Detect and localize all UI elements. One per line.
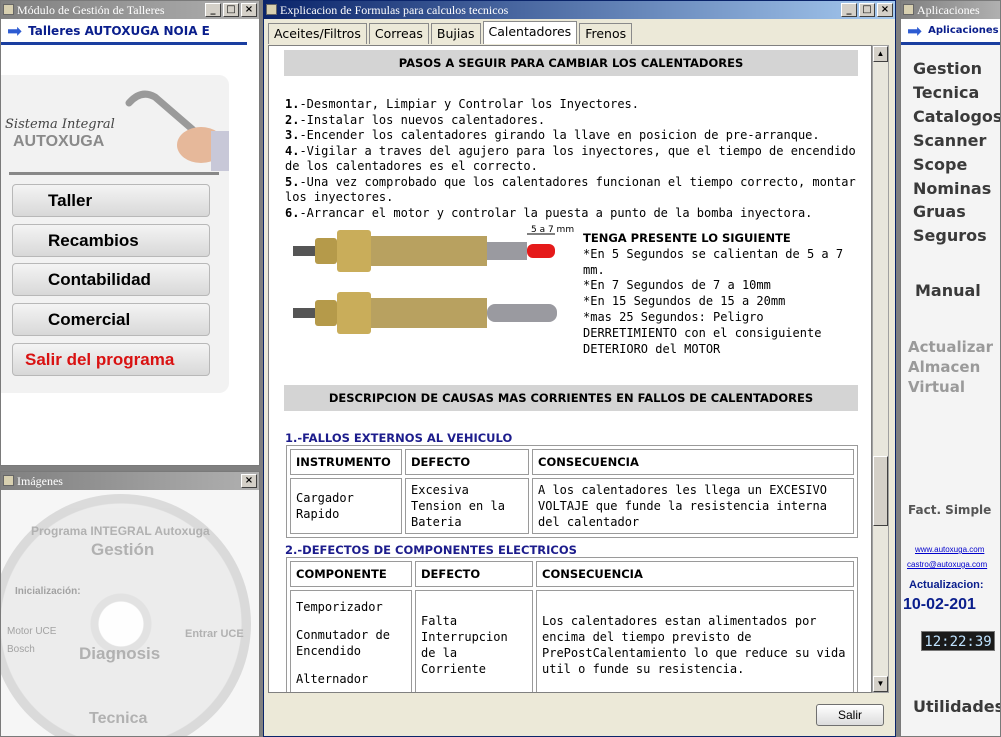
table-header: DEFECTO: [405, 449, 529, 475]
glow-plug-image: 5 a 7 mm: [293, 225, 574, 334]
link-scope[interactable]: Scope: [913, 155, 967, 174]
link-gruas[interactable]: Gruas: [913, 202, 966, 221]
link-seguros[interactable]: Seguros: [913, 226, 987, 245]
scroll-thumb[interactable]: [873, 456, 888, 526]
link-scanner[interactable]: Scanner: [913, 131, 986, 150]
causes-heading: DESCRIPCION DE CAUSAS MAS CORRIENTES EN …: [284, 385, 858, 411]
images-titlebar: Imágenes ×: [1, 472, 259, 490]
table-header: DEFECTO: [415, 561, 533, 587]
step: 2.-Instalar los nuevos calentadores.: [285, 112, 546, 127]
table-cell: Los calentadores estan alimentados por e…: [536, 590, 854, 692]
link-almacen[interactable]: Almacen: [908, 358, 980, 376]
left-window: Módulo de Gestión de Talleres _ □ × ➡ Talle…: [0, 0, 260, 466]
arrow-right-icon: ➡: [907, 20, 923, 41]
email-link[interactable]: castro@autoxuga.com: [907, 560, 987, 569]
link-actualizar[interactable]: Actualizar: [908, 338, 993, 356]
menu-button-comercial[interactable]: Comercial: [12, 303, 210, 336]
step: 6.-Arrancar el motor y controlar la pues…: [285, 205, 813, 220]
warning-line: *mas 25 Segundos: Peligro DERRETIMIENTO …: [583, 309, 822, 356]
section2-title: 2.-DEFECTOS DE COMPONENTES ELECTRICOS: [285, 543, 577, 557]
link-utilidades[interactable]: Utilidades: [913, 697, 1000, 716]
step: 4.-Vigilar a traves del agujero para los…: [285, 143, 856, 174]
table-cell: Temporizador Conmutador de Encendido Alt…: [290, 590, 412, 692]
menu-button-taller[interactable]: Taller: [12, 184, 210, 217]
divider: [9, 172, 219, 175]
menu-button-contabilidad[interactable]: Contabilidad: [12, 263, 210, 296]
warning-line: *En 15 Segundos de 15 a 20mm: [583, 294, 786, 309]
scroll-down-arrow-icon[interactable]: ▼: [873, 676, 888, 692]
table-cell: Cargador Rapido: [290, 478, 402, 534]
apps-titlebar: Aplicaciones: [901, 1, 1000, 19]
tab-frenos[interactable]: Frenos: [579, 23, 633, 44]
apps-header: ➡ Aplicaciones: [901, 19, 1000, 45]
link-manual[interactable]: Manual: [915, 281, 981, 300]
table-header: CONSECUENCIA: [532, 449, 854, 475]
warning-title: TENGA PRESENTE LO SIGUIENTE: [583, 231, 791, 245]
tab-bujias[interactable]: Bujias: [430, 23, 481, 44]
update-date: 10-02-201: [903, 596, 976, 613]
close-button[interactable]: ×: [241, 3, 257, 17]
section1-title: 1.-FALLOS EXTERNOS AL VEHICULO: [285, 431, 513, 445]
link-catalogos[interactable]: Catalogos: [913, 107, 1000, 126]
app-icon: [3, 4, 14, 15]
component-item: Conmutador de Encendido: [296, 628, 390, 658]
table-header: CONSECUENCIA: [536, 561, 854, 587]
vertical-scrollbar[interactable]: ▲ ▼: [872, 45, 889, 693]
component-item: Temporizador: [296, 600, 383, 614]
app-icon: [903, 4, 914, 15]
step: 5.-Una vez comprobado que los calentador…: [285, 174, 856, 205]
link-virtual[interactable]: Virtual: [908, 378, 965, 396]
maximize-button[interactable]: □: [223, 3, 239, 17]
left-titlebar: Módulo de Gestión de Talleres _ □ ×: [1, 1, 259, 19]
apps-window: Aplicaciones ➡ Aplicaciones Gestion Tecni…: [900, 0, 1001, 737]
external-faults-table: INSTRUMENTO DEFECTO CONSECUENCIA Cargado…: [286, 445, 858, 538]
table-cell: A los calentadores les llega un EXCESIVO…: [532, 478, 854, 534]
minimize-button[interactable]: _: [205, 3, 221, 17]
table-header: COMPONENTE: [290, 561, 412, 587]
scroll-up-arrow-icon[interactable]: ▲: [873, 46, 888, 62]
content-area: PASOS A SEGUIR PARA CAMBIAR LOS CALENTAD…: [268, 45, 872, 693]
maximize-button[interactable]: □: [859, 3, 875, 17]
tab-aceites-filtros[interactable]: Aceites/Filtros: [268, 23, 367, 44]
link-fact-simple[interactable]: Fact. Simple: [908, 503, 991, 517]
menu-button-recambios[interactable]: Recambios: [12, 224, 210, 257]
website-link[interactable]: www.autoxuga.com: [915, 545, 984, 554]
steps-heading: PASOS A SEGUIR PARA CAMBIAR LOS CALENTAD…: [284, 50, 858, 76]
steps-list: 1.-Desmontar, Limpiar y Controlar los In…: [285, 97, 863, 221]
clock-display: 12:22:39: [921, 631, 995, 651]
plug-measure-label: 5 a 7 mm: [531, 225, 574, 235]
warning-line: *En 5 Segundos se calientan de 5 a 7 mm.: [583, 246, 844, 277]
logo-line2: AUTOXUGA: [13, 133, 105, 150]
close-button[interactable]: ×: [241, 474, 257, 488]
electrical-defects-table: COMPONENTE DEFECTO CONSECUENCIA Temporiz…: [286, 557, 858, 692]
close-button[interactable]: ×: [877, 3, 893, 17]
link-gestion[interactable]: Gestion: [913, 59, 982, 78]
left-header: ➡ Talleres AUTOXUGA NOIA E: [1, 19, 247, 45]
component-item: Alternador: [296, 672, 369, 686]
step: 3.-Encender los calentadores girando la …: [285, 128, 820, 142]
logo-line1: Sistema Integral: [5, 117, 115, 132]
step: 1.-Desmontar, Limpiar y Controlar los In…: [285, 97, 640, 111]
exit-program-button[interactable]: Salir del programa: [12, 343, 210, 376]
table-header: INSTRUMENTO: [290, 449, 402, 475]
wrench-hand-logo: [125, 90, 229, 171]
minimize-button[interactable]: _: [841, 3, 857, 17]
main-titlebar: Explicacion de Formulas para calculos te…: [264, 1, 895, 19]
link-nominas[interactable]: Nominas: [913, 179, 991, 198]
app-icon: [266, 4, 277, 15]
warning-line: *En 7 Segundos de 7 a 10mm: [583, 278, 771, 293]
update-label: Actualizacion:: [909, 579, 984, 591]
tab-strip: Aceites/Filtros Correas Bujias Calentado…: [268, 21, 634, 44]
tab-calentadores[interactable]: Calentadores: [482, 21, 578, 44]
warning-box: TENGA PRESENTE LO SIGUIENTE *En 5 Segund…: [583, 231, 858, 357]
close-salir-button[interactable]: Salir: [816, 704, 884, 726]
cd-image: Programa INTEGRAL Autoxuga Gestión Inici…: [1, 494, 251, 736]
table-cell: Falta Interrupcion de la Corriente: [415, 590, 533, 692]
link-tecnica[interactable]: Tecnica: [913, 83, 979, 102]
table-cell: Excesiva Tension en la Bateria: [405, 478, 529, 534]
images-window: Imágenes × Programa INTEGRAL Autoxuga Ge…: [0, 471, 260, 737]
arrow-right-icon: ➡: [7, 20, 23, 41]
app-icon: [3, 475, 14, 486]
tab-correas[interactable]: Correas: [368, 23, 429, 44]
